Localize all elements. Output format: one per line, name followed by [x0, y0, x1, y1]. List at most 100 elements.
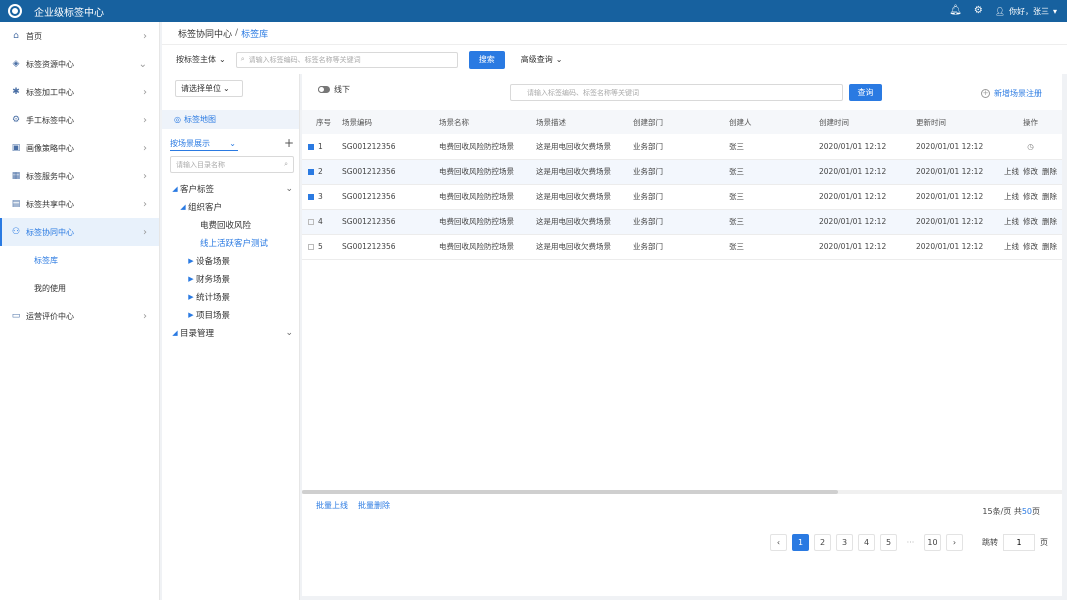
sidebar-item-tag-process[interactable]: ✱ 标签加工中心 ›: [0, 78, 159, 106]
row-checkbox[interactable]: [308, 194, 314, 200]
table-row[interactable]: 5 SG001212356 电费回收风险防控场景 这是用电回收欠费场景 业务部门…: [302, 234, 1062, 260]
row-checkbox[interactable]: [308, 143, 314, 150]
delete-link[interactable]: 删除: [1042, 217, 1057, 226]
row-index: 3: [318, 192, 323, 201]
table-row[interactable]: 3 SG001212356 电费回收风险防控场景 这是用电回收欠费场景 业务部门…: [302, 184, 1062, 210]
caret-expanded-icon: ◢: [180, 203, 186, 211]
page-button-5[interactable]: 5: [880, 534, 897, 551]
layers-icon: ◈: [12, 59, 20, 69]
advanced-query[interactable]: 高级查询 ⌄: [521, 54, 563, 65]
delete-link[interactable]: 删除: [1042, 167, 1057, 176]
sidebar-item-manual-tag[interactable]: ⚙ 手工标签中心 ›: [0, 106, 159, 134]
table-row[interactable]: 1 SG001212356 电费回收风险防控场景 这是用电回收欠费场景 业务部门…: [302, 134, 1062, 160]
breadcrumb-parent[interactable]: 标签协同中心: [178, 27, 232, 40]
edit-link[interactable]: 修改: [1023, 192, 1038, 201]
unit-select[interactable]: 请选择单位 ⌄: [175, 80, 243, 97]
row-checkbox[interactable]: [308, 169, 314, 175]
query-button[interactable]: 查询: [849, 84, 882, 101]
clock-icon[interactable]: ◷: [1027, 142, 1034, 151]
chevron-right-icon: ›: [143, 170, 147, 182]
sidebar-item-tag-service[interactable]: ▦ 标签服务中心 ›: [0, 162, 159, 190]
user-menu[interactable]: 👤︎ 你好，张三 ▾: [995, 6, 1057, 17]
scene-select[interactable]: 按场景展示 ⌄: [170, 137, 238, 151]
search-input[interactable]: [248, 55, 439, 64]
sidebar-item-label: 运营评价中心: [26, 311, 74, 321]
sidebar-subitem-tag-library[interactable]: 标签库: [0, 246, 159, 274]
tag-map-link[interactable]: ◎ 标签地图: [162, 110, 299, 129]
sidebar-item-evaluate[interactable]: ▭ 运营评价中心 ›: [0, 302, 159, 330]
caret-right-icon: ▶: [188, 275, 194, 283]
table-row[interactable]: 2 SG001212356 电费回收风险防控场景 这是用电回收欠费场景 业务部门…: [302, 159, 1062, 185]
page-button-1[interactable]: 1: [792, 534, 809, 551]
batch-delete-link[interactable]: 批量删除: [358, 500, 390, 511]
tree-node-label: 财务场景: [196, 275, 231, 285]
main-search-field: [510, 84, 843, 101]
breadcrumb: 标签协同中心 / 标签库: [162, 22, 1067, 44]
online-link[interactable]: 上线: [1004, 167, 1019, 176]
bell-icon[interactable]: 🔔︎: [949, 6, 962, 16]
jump-input[interactable]: [1003, 534, 1035, 551]
caret-expanded-icon: ◢: [172, 185, 178, 193]
subject-select[interactable]: 按标签主体 ⌄: [176, 54, 226, 65]
page-button-3[interactable]: 3: [836, 534, 853, 551]
table-header-row: 序号 场景编码 场景名称 场景描述 创建部门 创建人 创建时间 更新时间 操作: [302, 110, 1062, 134]
page-button-10[interactable]: 10: [924, 534, 941, 551]
tree-node-device-scene[interactable]: ▶ 设备场景: [162, 252, 299, 270]
prev-page-button[interactable]: ‹: [770, 534, 787, 551]
sidebar-item-label: 标签协同中心: [26, 227, 74, 237]
edit-link[interactable]: 修改: [1023, 242, 1038, 251]
online-link[interactable]: 上线: [1004, 192, 1019, 201]
next-page-button[interactable]: ›: [946, 534, 963, 551]
sidebar-item-home[interactable]: ⌂ 首页 ›: [0, 22, 159, 50]
row-checkbox[interactable]: [308, 219, 314, 225]
offline-toggle[interactable]: [318, 86, 330, 93]
chevron-down-icon: ⌄: [285, 184, 293, 194]
online-link[interactable]: 上线: [1004, 242, 1019, 251]
page-button-2[interactable]: 2: [814, 534, 831, 551]
cell-dept: 业务部门: [633, 209, 729, 235]
batch-online-link[interactable]: 批量上线: [316, 500, 348, 511]
tree-node-online-active[interactable]: 线上活跃客户测试: [162, 234, 299, 252]
app-title: 企业级标签中心: [34, 7, 104, 19]
cell-dept: 业务部门: [633, 159, 729, 185]
chevron-right-icon: ›: [143, 86, 147, 98]
sidebar-item-tag-resource[interactable]: ◈ 标签资源中心 ⌄: [0, 50, 159, 78]
tree-node-elec-risk[interactable]: 电费回收风险: [162, 216, 299, 234]
tree-node-label: 组织客户: [188, 203, 223, 213]
gear-icon[interactable]: ⚙: [974, 6, 983, 16]
app-logo-icon: [8, 4, 22, 18]
edit-link[interactable]: 修改: [1023, 167, 1038, 176]
online-link[interactable]: 上线: [1004, 217, 1019, 226]
delete-link[interactable]: 删除: [1042, 192, 1057, 201]
delete-link[interactable]: 删除: [1042, 242, 1057, 251]
search-button[interactable]: 搜索: [468, 50, 505, 69]
horizontal-scrollbar[interactable]: [302, 490, 1062, 494]
topbar-actions: 🔔︎ ⚙ 👤︎ 你好，张三 ▾: [949, 0, 1057, 22]
tree-node-project-scene[interactable]: ▶ 项目场景: [162, 306, 299, 324]
tree-node-org-customer[interactable]: ◢ 组织客户: [162, 198, 299, 216]
sidebar-item-portrait[interactable]: ▣ 画像策略中心 ›: [0, 134, 159, 162]
sidebar-item-tag-share[interactable]: ▤ 标签共享中心 ›: [0, 190, 159, 218]
table-row[interactable]: 4 SG001212356 电费回收风险防控场景 这是用电回收欠费场景 业务部门…: [302, 209, 1062, 235]
directory-search-input[interactable]: 请输入目录名称: [176, 160, 225, 170]
add-directory-button[interactable]: +: [284, 136, 294, 150]
tree-node-stats-scene[interactable]: ▶ 统计场景: [162, 288, 299, 306]
sidebar-item-tag-cooperate[interactable]: ⚇ 标签协同中心 ›: [0, 218, 159, 246]
tree-node-label: 设备场景: [196, 257, 231, 267]
tree-node-dir-management[interactable]: ◢ 目录管理 ⌄: [162, 324, 299, 342]
sidebar-subitem-my-usage[interactable]: 我的使用: [0, 274, 159, 302]
chevron-right-icon: ›: [143, 198, 147, 210]
cell-desc: 这是用电回收欠费场景: [536, 159, 633, 185]
edit-link[interactable]: 修改: [1023, 217, 1038, 226]
tree-node-label: 客户标签: [180, 185, 215, 195]
tree-node-finance-scene[interactable]: ▶ 财务场景: [162, 270, 299, 288]
scrollbar-thumb[interactable]: [302, 490, 838, 494]
add-scene-button[interactable]: + 新增场景注册: [981, 88, 1042, 99]
search-icon[interactable]: ⌕: [284, 160, 288, 169]
col-header: 创建部门: [633, 110, 729, 134]
tree-node-customer-tags[interactable]: ◢ 客户标签 ⌄: [162, 180, 299, 198]
page-button-4[interactable]: 4: [858, 534, 875, 551]
sidebar-item-label: 画像策略中心: [26, 143, 74, 153]
main-search-input[interactable]: [527, 88, 827, 97]
row-checkbox[interactable]: [308, 244, 314, 250]
